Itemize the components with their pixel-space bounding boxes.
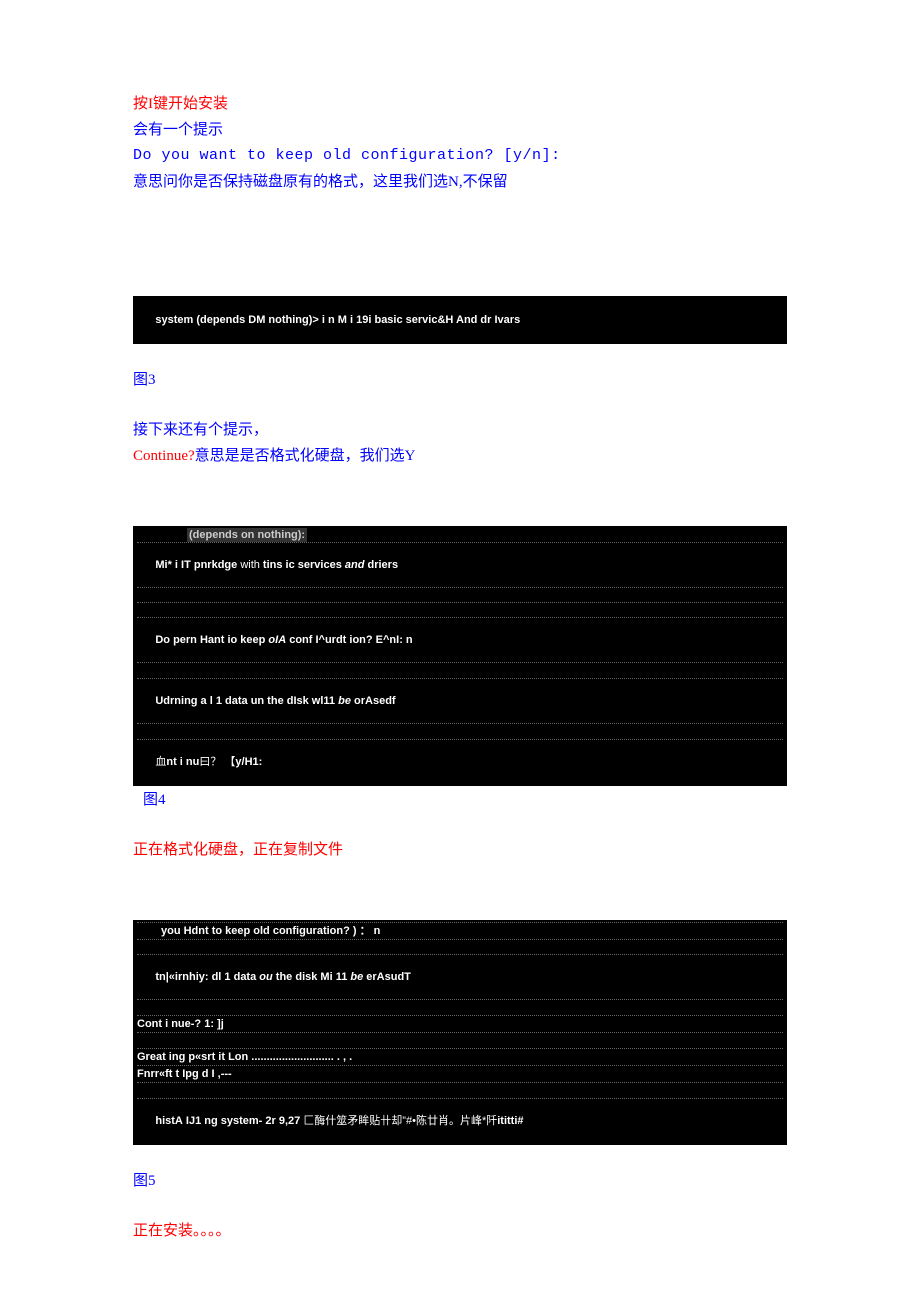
spacer <box>133 1145 787 1169</box>
document-page: 按I键开始安装 会有一个提示 Do you want to keep old c… <box>0 0 920 1305</box>
text-line: 正在格式化硬盘，正在复制文件 <box>133 838 787 862</box>
text-line: 会有一个提示 <box>133 118 787 142</box>
spacer <box>133 864 787 920</box>
terminal-screenshot-3: system (depends DM nothing)> i n M i 19i… <box>133 296 787 344</box>
text-line: Do you want to keep old configuration? [… <box>133 144 787 168</box>
terminal-screenshot-4: (depends on nothing): Mi* i IT pnrkdge w… <box>133 526 787 786</box>
text-line: 意思问你是否保持磁盘原有的格式，这里我们选N,不保留 <box>133 170 787 194</box>
spacer <box>133 470 787 526</box>
text-line: 正在安装。。。。 <box>133 1219 787 1243</box>
spacer <box>133 814 787 838</box>
spacer <box>133 196 787 296</box>
text-line: 接下来还有个提示， <box>133 418 787 442</box>
terminal-screenshot-5: you Hdnt to keep old configuration? ) ： … <box>133 920 787 1145</box>
spacer <box>133 394 787 418</box>
text-line: 按I键开始安装 <box>133 92 787 116</box>
figure-caption: 图4 <box>143 788 787 812</box>
spacer <box>133 1195 787 1219</box>
figure-caption: 图5 <box>133 1169 787 1193</box>
text-line: Continue?意思是是否格式化硬盘，我们选Y <box>133 444 787 468</box>
spacer <box>133 344 787 368</box>
